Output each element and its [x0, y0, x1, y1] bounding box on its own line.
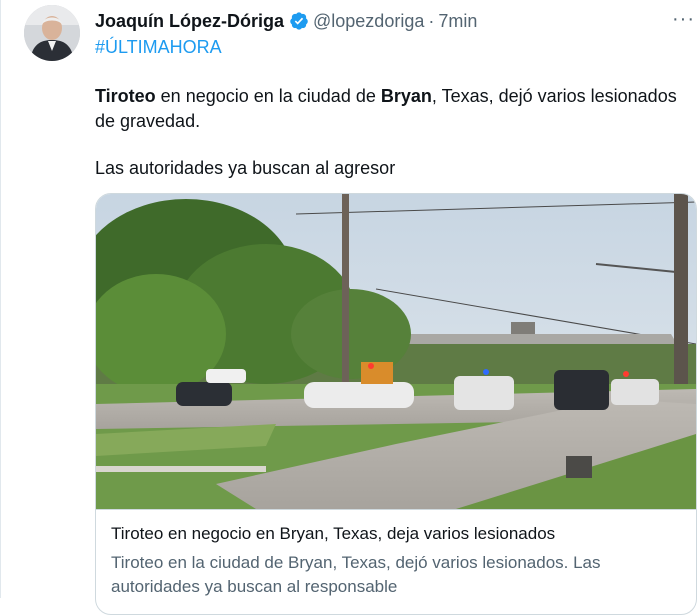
card-title[interactable]: Tiroteo en negocio en Bryan, Texas, deja…: [111, 524, 555, 544]
author-name[interactable]: Joaquín López-Dóriga: [95, 11, 284, 32]
avatar[interactable]: [24, 5, 80, 61]
news-photo: [96, 194, 696, 509]
bold-word-bryan: Bryan: [380, 86, 432, 106]
hashtag-link[interactable]: #ÚLTIMAHORA: [95, 37, 222, 58]
verified-badge-icon: [290, 12, 308, 30]
tweet-header: Joaquín López-Dóriga @lopezdoriga · 7min: [95, 9, 477, 33]
author-handle[interactable]: @lopezdoriga: [313, 11, 424, 32]
tweet-text-paragraph-1: Tiroteo en negocio en la ciudad de Bryan…: [95, 84, 685, 134]
bold-word-tiroteo: Tiroteo: [95, 86, 156, 106]
card-description[interactable]: Tiroteo en la ciudad de Bryan, Texas, de…: [111, 551, 681, 599]
avatar-image: [24, 5, 80, 61]
card-divider: [96, 509, 696, 510]
text-segment-1: en negocio en la ciudad de: [155, 86, 381, 106]
more-options-icon[interactable]: ···: [672, 8, 695, 31]
tweet-timestamp[interactable]: 7min: [438, 11, 477, 32]
tweet[interactable]: Joaquín López-Dóriga @lopezdoriga · 7min…: [0, 0, 700, 615]
tweet-text-paragraph-2: Las autoridades ya buscan al agresor: [95, 158, 396, 178]
card-image[interactable]: [96, 194, 696, 509]
header-separator: ·: [428, 10, 435, 31]
timeline-border: [0, 0, 1, 598]
link-preview-card[interactable]: Tiroteo en negocio en Bryan, Texas, deja…: [95, 193, 697, 615]
